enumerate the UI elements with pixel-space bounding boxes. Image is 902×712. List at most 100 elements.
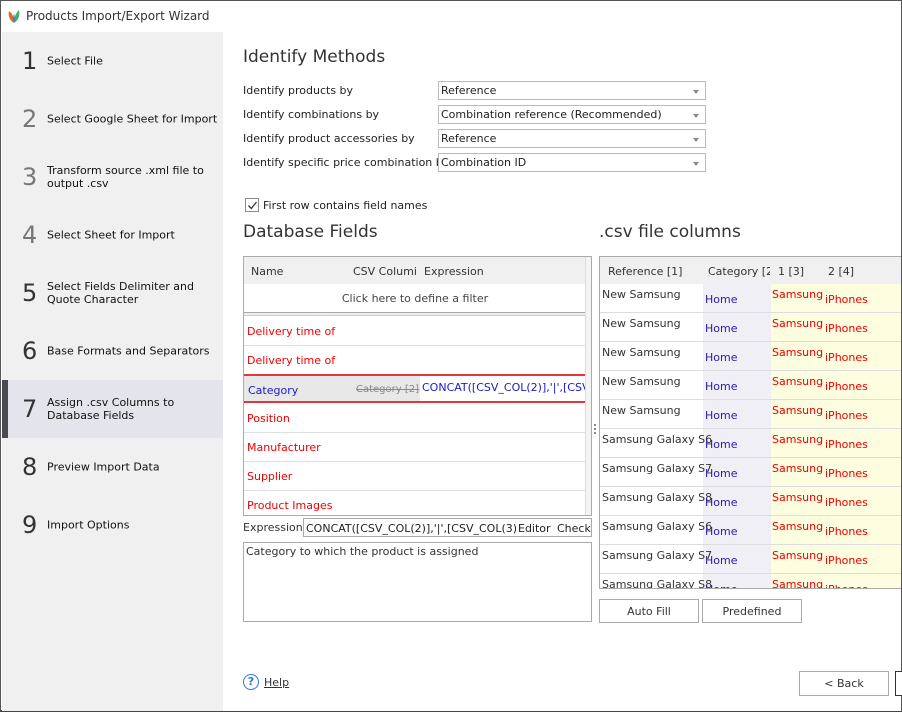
step-number: 2 bbox=[22, 105, 38, 133]
csv-cell: iPhones bbox=[825, 583, 868, 588]
csv-column-header[interactable]: Category [2] bbox=[708, 265, 770, 278]
field-name: Delivery time of bbox=[247, 354, 336, 367]
step-number: 8 bbox=[22, 453, 38, 481]
csv-row[interactable]: Samsung Galaxy S8Home SamsungiPhones bbox=[600, 574, 901, 589]
grid-header: Reference [1] Category [2] 1 [3] 2 [4] bbox=[600, 257, 901, 284]
help-question-icon: ? bbox=[243, 674, 259, 690]
field-name: Product Images bbox=[247, 499, 333, 512]
csv-row[interactable]: New Samsung Home Samsung iPhones bbox=[600, 313, 901, 342]
csv-row[interactable]: New Samsung Home Samsung iPhones bbox=[600, 342, 901, 371]
step-select-file[interactable]: 1 Select File bbox=[2, 32, 223, 90]
identify-methods-title: Identify Methods bbox=[243, 47, 386, 67]
csv-cell: New Samsung bbox=[602, 288, 681, 301]
step-import-options[interactable]: 9 Import Options bbox=[2, 496, 223, 554]
field-name: Position bbox=[247, 412, 290, 425]
field-name: Delivery time of bbox=[247, 325, 336, 338]
csv-cell: Home bbox=[705, 409, 738, 422]
identify-combinations-select[interactable]: Combination reference (Recommended) bbox=[438, 105, 706, 124]
field-row[interactable]: Delivery time of bbox=[244, 346, 586, 375]
auto-fill-button[interactable]: Auto Fill bbox=[599, 599, 699, 623]
csv-cell: Samsung bbox=[772, 549, 824, 562]
identify-price-combination-select[interactable]: Combination ID bbox=[438, 153, 706, 172]
step-assign-columns[interactable]: 7 Assign .csv Columns to Database Fields bbox=[2, 380, 223, 438]
csv-cell: iPhones bbox=[825, 380, 868, 393]
field-row[interactable]: Delivery time of bbox=[244, 317, 586, 346]
grid-filter-row[interactable]: Click here to define a filter bbox=[244, 285, 586, 311]
csv-row[interactable]: Samsung Galaxy S7 Home Samsung iPhones bbox=[600, 458, 901, 487]
csv-cell: New Samsung bbox=[602, 375, 681, 388]
back-button[interactable]: < Back bbox=[799, 671, 889, 696]
csv-cell: New Samsung bbox=[602, 404, 681, 417]
csv-cell: Samsung bbox=[772, 578, 824, 589]
csv-column-header[interactable]: Reference [1] bbox=[608, 265, 682, 278]
select-value: Combination ID bbox=[441, 156, 527, 169]
column-header-csv-column[interactable]: CSV Columi bbox=[353, 265, 417, 278]
field-name: Supplier bbox=[247, 470, 293, 483]
step-select-sheet[interactable]: 4 Select Sheet for Import bbox=[2, 206, 223, 264]
step-label: Select Google Sheet for Import bbox=[47, 112, 218, 126]
csv-cell: iPhones bbox=[825, 409, 868, 422]
splitter-handle[interactable] bbox=[594, 424, 597, 436]
csv-cell: iPhones bbox=[825, 496, 868, 509]
csv-cell: Samsung bbox=[772, 288, 824, 301]
checkmark-icon bbox=[248, 201, 258, 210]
vertical-scrollbar[interactable] bbox=[585, 257, 591, 515]
step-number: 1 bbox=[22, 47, 38, 75]
step-transform-xml[interactable]: 3 Transform source .xml file to output .… bbox=[2, 148, 223, 206]
csv-row[interactable]: Samsung Galaxy S7 Home Samsung iPhones bbox=[600, 545, 901, 574]
csv-cell: iPhones bbox=[825, 554, 868, 567]
step-preview[interactable]: 8 Preview Import Data bbox=[2, 438, 223, 496]
csv-row[interactable]: New Samsung Home Samsung iPhones bbox=[600, 284, 901, 313]
step-label: Preview Import Data bbox=[47, 460, 160, 474]
field-row[interactable]: Product Images bbox=[244, 491, 586, 515]
csv-cell: Samsung bbox=[772, 375, 824, 388]
csv-row[interactable]: Samsung Galaxy S6 Home Samsung iPhones bbox=[600, 516, 901, 545]
step-number: 5 bbox=[22, 279, 38, 307]
identify-products-select[interactable]: Reference bbox=[438, 81, 706, 100]
field-row[interactable]: Supplier bbox=[244, 462, 586, 491]
step-select-google-sheet[interactable]: 2 Select Google Sheet for Import bbox=[2, 90, 223, 148]
csv-cell: Home bbox=[705, 351, 738, 364]
main-panel: Identify Methods Identify products by Re… bbox=[223, 32, 902, 711]
csv-column-header[interactable]: 2 [4] bbox=[828, 265, 854, 278]
step-base-formats[interactable]: 6 Base Formats and Separators bbox=[2, 322, 223, 380]
csv-row[interactable]: Samsung Galaxy S8Home SamsungiPhones bbox=[600, 487, 901, 516]
csv-cell: New Samsung bbox=[602, 346, 681, 359]
editor-button[interactable]: Editor bbox=[518, 522, 551, 535]
csv-row[interactable]: Samsung Galaxy S6 Home Samsung iPhones bbox=[600, 429, 901, 458]
column-header-expression[interactable]: Expression bbox=[424, 265, 484, 278]
csv-cell: iPhones bbox=[825, 467, 868, 480]
step-delimiter[interactable]: 5 Select Fields Delimiter and Quote Char… bbox=[2, 264, 223, 322]
field-row[interactable]: Position bbox=[244, 404, 586, 433]
select-value: Combination reference (Recommended) bbox=[441, 108, 662, 121]
identify-accessories-select[interactable]: Reference bbox=[438, 129, 706, 148]
check-button[interactable]: Check bbox=[557, 522, 591, 535]
identify-price-combination-label: Identify specific price combination by bbox=[243, 156, 450, 169]
csv-row[interactable]: New Samsung Home Samsung iPhones bbox=[600, 400, 901, 429]
csv-cell: New Samsung bbox=[602, 317, 681, 330]
field-expression[interactable]: CONCAT([CSV_COL(2)],'|',[CSV_C bbox=[420, 376, 591, 401]
field-row-selected[interactable]: Category Category [2] CONCAT([CSV_COL(2)… bbox=[244, 374, 591, 403]
csv-cell: Samsung bbox=[772, 520, 824, 533]
expression-input[interactable]: CONCAT([CSV_COL(2)],'|',[CSV_COL(3)],'|'… bbox=[303, 518, 592, 537]
identify-combinations-label: Identify combinations by bbox=[243, 108, 380, 121]
database-fields-grid: Name CSV Columi Expression Click here to… bbox=[243, 256, 592, 516]
column-header-name[interactable]: Name bbox=[251, 265, 283, 278]
field-name: Category bbox=[248, 384, 299, 397]
first-row-field-names-checkbox[interactable] bbox=[245, 198, 259, 212]
csv-cell: Samsung Galaxy S6 bbox=[602, 433, 713, 446]
csv-cell: Samsung Galaxy S7 bbox=[602, 462, 713, 475]
step-label: Base Formats and Separators bbox=[47, 344, 210, 358]
predefined-button[interactable]: Predefined bbox=[702, 599, 802, 623]
csv-column-header[interactable]: 1 [3] bbox=[778, 265, 804, 278]
csv-cell: Home bbox=[705, 583, 737, 588]
csv-cell: iPhones bbox=[825, 351, 868, 364]
next-button[interactable] bbox=[895, 671, 902, 696]
identify-combinations-row: Identify combinations by Combination ref… bbox=[243, 105, 713, 125]
window-title: Products Import/Export Wizard bbox=[26, 9, 210, 23]
csv-cell: Home bbox=[705, 438, 738, 451]
expression-label: Expression bbox=[243, 521, 303, 534]
field-row[interactable]: Manufacturer bbox=[244, 433, 586, 462]
csv-row[interactable]: New Samsung Home Samsung iPhones bbox=[600, 371, 901, 400]
step-label: Transform source .xml file to output .cs… bbox=[47, 164, 204, 190]
